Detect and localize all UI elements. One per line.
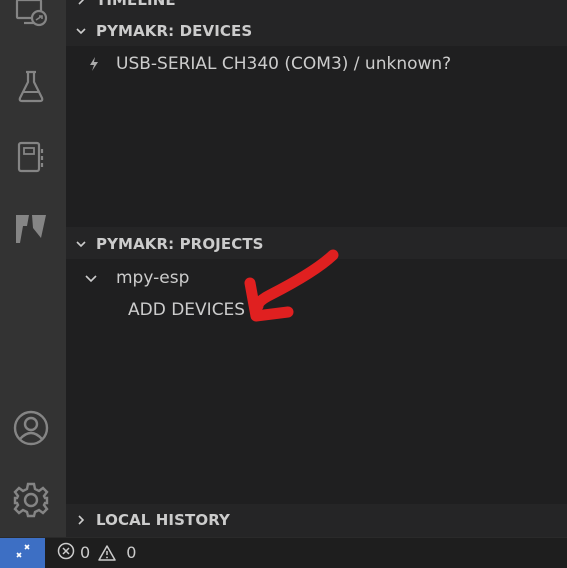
warning-count: 0 — [126, 543, 137, 562]
remote-indicator[interactable] — [0, 537, 45, 568]
chevron-right-icon — [66, 0, 96, 15]
activity-bar — [0, 0, 66, 537]
device-label: USB-SERIAL CH340 (COM3) / unknown? — [116, 54, 452, 74]
status-bar: 0 0 — [0, 537, 567, 568]
device-item[interactable]: USB-SERIAL CH340 (COM3) / unknown? — [66, 49, 567, 79]
timeline-section-header[interactable]: TIMELINE — [66, 0, 567, 15]
remote-explorer-icon[interactable] — [0, 0, 62, 38]
notebook-icon[interactable] — [0, 133, 62, 181]
error-count: 0 — [80, 543, 91, 562]
projects-section-header[interactable]: PYMAKR: PROJECTS — [66, 229, 567, 259]
sidebar: TIMELINE PYMAKR: DEVICES USB-SERIAL CH34… — [66, 0, 567, 537]
settings-gear-icon[interactable] — [0, 476, 62, 524]
warning-icon — [98, 544, 121, 562]
project-label: mpy-esp — [116, 268, 190, 288]
lightning-icon — [88, 56, 110, 72]
project-item[interactable]: mpy-esp — [66, 263, 567, 293]
devices-section-header[interactable]: PYMAKR: DEVICES — [66, 16, 567, 46]
account-icon[interactable] — [0, 404, 62, 452]
pymakr-icon[interactable] — [0, 205, 62, 253]
chevron-down-icon — [66, 16, 96, 46]
section-title: PYMAKR: PROJECTS — [96, 235, 264, 253]
problems-indicator[interactable]: 0 0 — [57, 542, 136, 564]
devices-pane: USB-SERIAL CH340 (COM3) / unknown? — [66, 46, 567, 227]
chevron-right-icon — [66, 505, 96, 535]
projects-pane: mpy-esp ADD DEVICES — [66, 259, 567, 504]
add-devices-item[interactable]: ADD DEVICES — [66, 295, 567, 325]
section-title: LOCAL HISTORY — [96, 511, 230, 529]
testing-flask-icon[interactable] — [0, 62, 62, 110]
section-title: PYMAKR: DEVICES — [96, 22, 253, 40]
error-icon — [57, 542, 80, 564]
add-devices-label: ADD DEVICES — [128, 300, 246, 320]
remote-icon — [15, 543, 31, 563]
chevron-down-icon — [84, 271, 106, 285]
section-title: TIMELINE — [96, 0, 176, 9]
chevron-down-icon — [66, 229, 96, 259]
local-history-section-header[interactable]: LOCAL HISTORY — [66, 505, 567, 535]
